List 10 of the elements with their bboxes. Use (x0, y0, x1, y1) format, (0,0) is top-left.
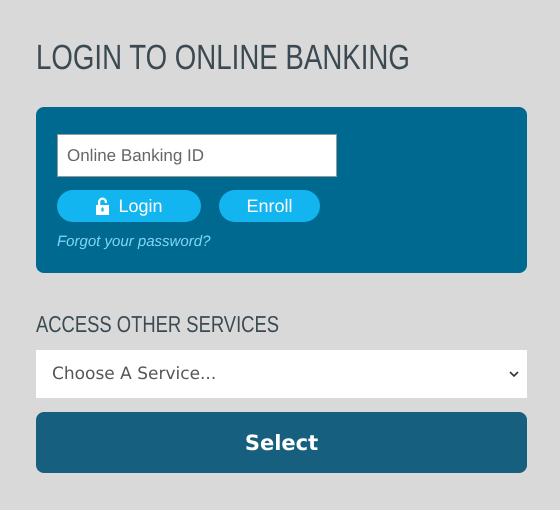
enroll-button[interactable]: Enroll (219, 190, 320, 222)
section-heading: ACCESS OTHER SERVICES (36, 310, 280, 339)
login-button[interactable]: Login (57, 190, 201, 222)
service-dropdown[interactable]: Choose A Service... (36, 350, 527, 398)
padlock-icon (95, 197, 110, 215)
chevron-down-icon (509, 370, 519, 378)
page-heading: LOGIN TO ONLINE BANKING (36, 37, 410, 79)
select-button[interactable]: Select (36, 412, 527, 473)
banking-id-field[interactable]: Online Banking ID (57, 134, 337, 177)
forgot-password-link[interactable]: Forgot your password? (57, 233, 210, 250)
